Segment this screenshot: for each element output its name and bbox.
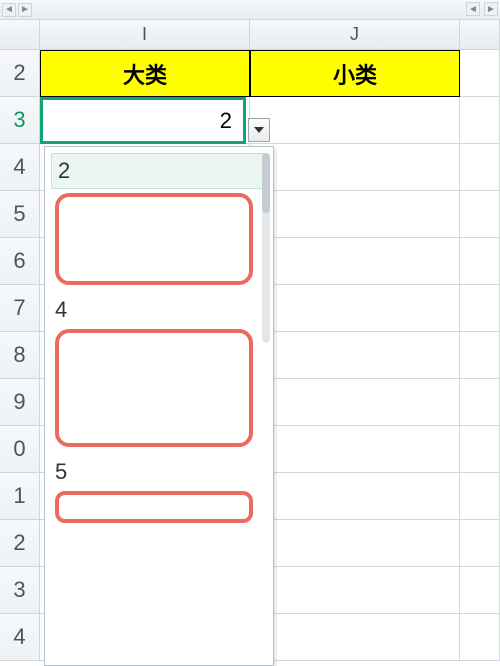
nav-right-icon[interactable]: ► [18, 3, 32, 17]
row-number[interactable]: 9 [0, 379, 40, 426]
row-number[interactable]: 7 [0, 285, 40, 332]
column-header-I[interactable]: I [40, 20, 250, 49]
cell[interactable] [250, 614, 460, 661]
dropdown-item[interactable]: 5 [51, 453, 267, 487]
cell[interactable] [250, 473, 460, 520]
row-number[interactable]: 2 [0, 520, 40, 567]
cell[interactable] [250, 144, 460, 191]
row-number[interactable]: 0 [0, 426, 40, 473]
sheet-nav-bar: ◄ ► ◄ ► [0, 0, 500, 20]
cell[interactable] [460, 567, 500, 614]
header-cell-category-major[interactable]: 大类 [40, 50, 250, 97]
dropdown-item-highlighted[interactable]: 2 [51, 153, 267, 189]
cell[interactable] [250, 520, 460, 567]
column-header-next[interactable] [460, 20, 500, 49]
row-number[interactable]: 8 [0, 332, 40, 379]
header-cell-category-minor[interactable]: 小类 [250, 50, 460, 97]
cell-J3[interactable] [250, 97, 460, 144]
cell[interactable] [460, 191, 500, 238]
cell[interactable] [460, 379, 500, 426]
cell[interactable] [460, 520, 500, 567]
select-all-corner[interactable] [0, 20, 40, 49]
cell[interactable] [460, 473, 500, 520]
row-number[interactable]: 1 [0, 473, 40, 520]
cell[interactable] [460, 285, 500, 332]
cell[interactable] [250, 426, 460, 473]
cell[interactable] [460, 614, 500, 661]
column-header-row: I J [0, 20, 500, 50]
column-header-J[interactable]: J [250, 20, 460, 49]
cell[interactable] [460, 332, 500, 379]
nav-scroll-right-icon[interactable]: ► [484, 2, 498, 16]
annotation-redbox-3 [55, 491, 253, 523]
active-cell-value[interactable]: 2 [40, 97, 246, 144]
dropdown-scrollbar-thumb[interactable] [262, 153, 270, 213]
row-number[interactable]: 4 [0, 144, 40, 191]
annotation-redbox-2 [55, 329, 253, 447]
cell[interactable] [460, 426, 500, 473]
row-number[interactable]: 3 [0, 97, 40, 144]
data-validation-dropdown-list[interactable]: 2 4 5 [44, 146, 274, 666]
cell[interactable] [460, 144, 500, 191]
cell[interactable] [460, 97, 500, 144]
row-number[interactable]: 3 [0, 567, 40, 614]
cell[interactable] [250, 332, 460, 379]
chevron-down-icon [254, 127, 264, 133]
table-row: 2 大类 小类 [0, 50, 500, 97]
nav-scroll-left-icon[interactable]: ◄ [466, 2, 480, 16]
nav-left-icon[interactable]: ◄ [2, 3, 16, 17]
dropdown-scrollbar[interactable] [262, 153, 270, 343]
cell[interactable] [250, 379, 460, 426]
row-number[interactable]: 6 [0, 238, 40, 285]
cell[interactable] [250, 191, 460, 238]
row-number[interactable]: 2 [0, 50, 40, 97]
cell[interactable] [250, 238, 460, 285]
annotation-redbox-1 [55, 193, 253, 285]
dropdown-item[interactable]: 4 [51, 291, 267, 325]
cell[interactable] [460, 50, 500, 97]
cell[interactable] [250, 285, 460, 332]
row-number[interactable]: 5 [0, 191, 40, 238]
row-number[interactable]: 4 [0, 614, 40, 661]
cell[interactable] [460, 238, 500, 285]
data-validation-dropdown-button[interactable] [248, 118, 270, 142]
worksheet-grid: 2 大类 小类 3 4 5 6 7 8 9 0 1 2 3 4 2 2 4 5 [0, 50, 500, 661]
cell[interactable] [250, 567, 460, 614]
